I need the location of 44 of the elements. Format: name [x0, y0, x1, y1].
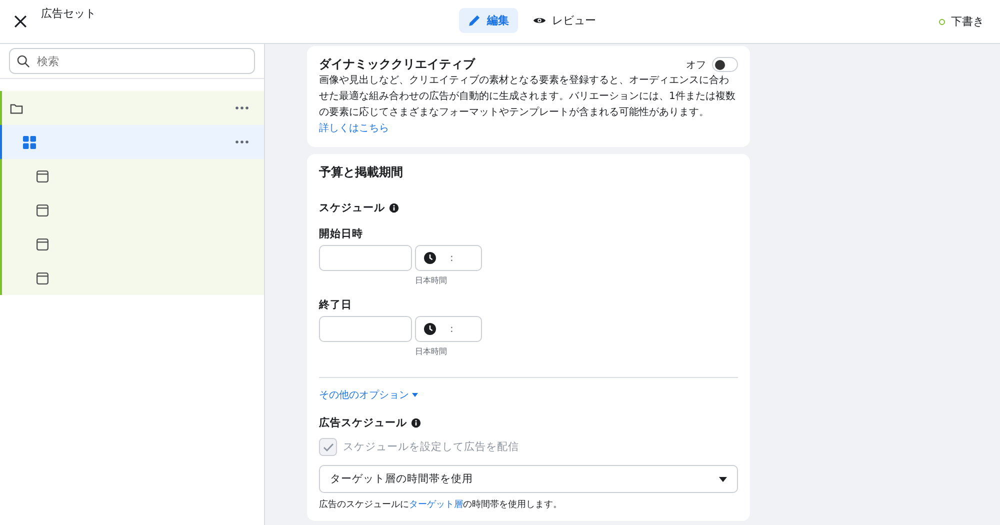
ad-icon [36, 272, 49, 284]
date-field[interactable] [319, 245, 412, 271]
card-title: ダイナミッククリエイティブ [319, 56, 475, 73]
timezone-select[interactable]: ターゲット層の時間帯を使用 [319, 465, 738, 493]
more-icon[interactable] [235, 140, 249, 144]
toggle-label: オフ [686, 58, 706, 72]
tab[interactable]: 編集 [459, 8, 518, 33]
check-icon [322, 442, 334, 452]
section-heading: 広告スケジュール [319, 416, 407, 430]
grid-icon [23, 136, 36, 148]
search-field[interactable]: 検索 [9, 48, 255, 74]
status-label: 下書き [951, 14, 984, 29]
caret-icon [412, 393, 418, 397]
clock-icon [424, 252, 436, 264]
help-text: 広告のスケジュールにターゲット層の時間帯を使用します。 [319, 498, 563, 511]
card-title: 予算と掲載期間 [319, 164, 404, 181]
more-options-link[interactable]: その他のオプション [319, 388, 738, 402]
toggle-switch[interactable] [712, 57, 738, 72]
learn-more-link[interactable]: 詳しくはこちら [319, 123, 389, 134]
pencil-icon [468, 14, 481, 27]
target-link[interactable]: ターゲット層 [409, 500, 463, 510]
timezone-label: 日本時間 [415, 346, 448, 357]
ad-icon [36, 238, 49, 250]
date-field[interactable] [319, 316, 412, 342]
field-label: 開始日時 [319, 227, 364, 241]
ad-icon [36, 170, 49, 182]
more-icon[interactable] [235, 106, 249, 110]
close-icon[interactable] [14, 15, 27, 28]
time-field[interactable]: : [415, 245, 482, 271]
clock-icon [424, 323, 436, 335]
tree-item[interactable] [0, 125, 264, 159]
time-field[interactable]: : [415, 316, 482, 342]
caret-icon [719, 476, 727, 482]
window-title: 広告セット [41, 6, 96, 21]
section-heading: スケジュール [319, 201, 385, 215]
info-icon[interactable] [411, 418, 421, 428]
checkbox-label: スケジュールを設定して広告を配信 [343, 440, 519, 454]
tab[interactable]: レビュー [524, 8, 605, 33]
timezone-label: 日本時間 [415, 275, 448, 286]
field-label: 終了日 [319, 298, 353, 312]
ad-icon [36, 204, 49, 216]
info-icon[interactable] [389, 203, 399, 213]
description: 画像や見出しなど、クリエイティブの素材となる要素を登録すると、オーディエンスに合わせた最適な組み合わせの広告が自動的に生成されます。バリエーションには、1件または複数の要素に応じてさまざまなフォーマットやテンプレートが含まれる可能性があります。 詳しくはこちら [319, 74, 736, 136]
folder-icon [10, 102, 23, 114]
